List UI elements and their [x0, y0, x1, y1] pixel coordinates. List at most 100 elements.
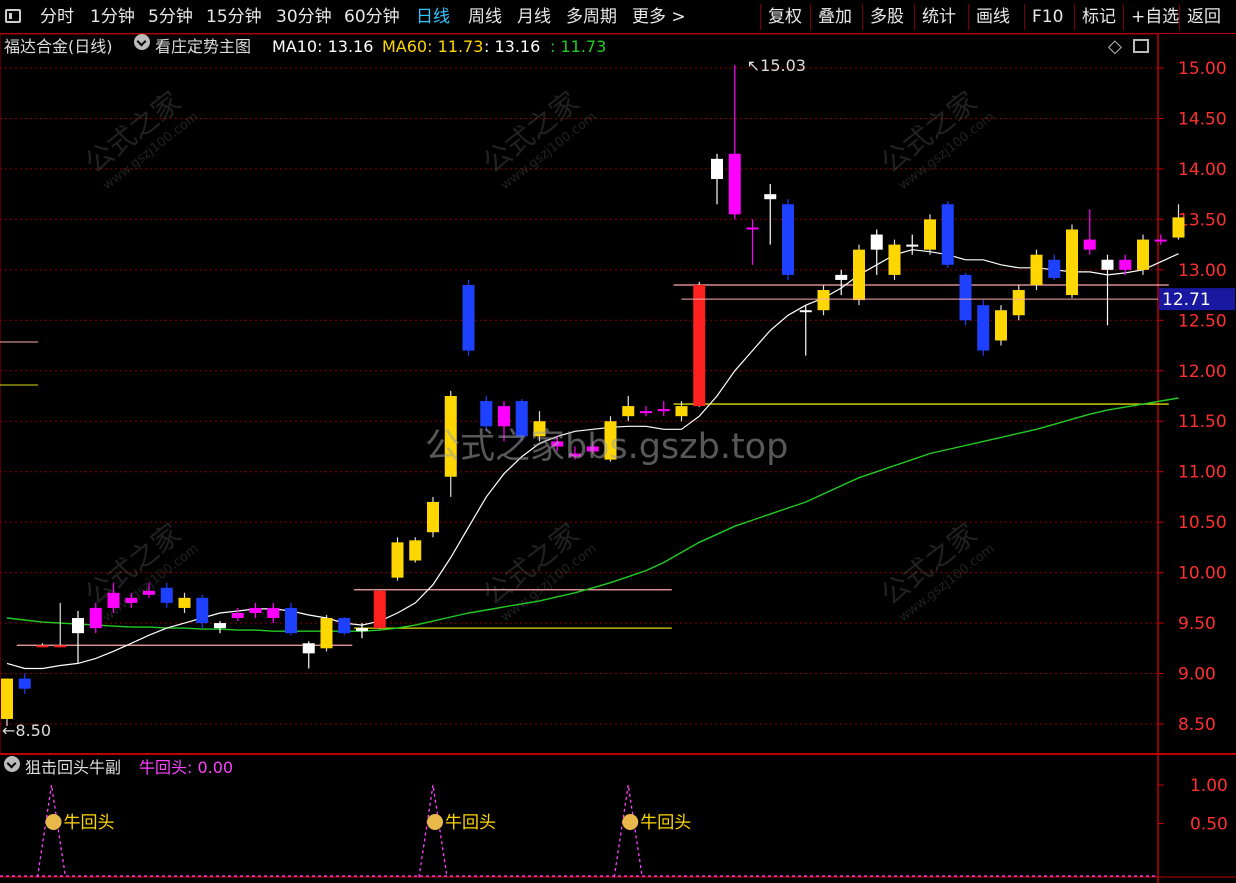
candle-body [1048, 259, 1061, 278]
period-tab[interactable]: 分时 [40, 0, 74, 34]
current-price-label: 12.71 [1162, 290, 1211, 310]
price-tick-label: 12.00 [1178, 362, 1227, 382]
candle-body [640, 411, 652, 414]
period-tab[interactable]: 5分钟 [148, 0, 193, 34]
price-tick-label: 14.00 [1178, 160, 1227, 180]
ma60-value: : 11.73 [550, 37, 607, 56]
sub-indicator-name[interactable]: 狙击回头牛副 [25, 756, 121, 780]
signal-label: 牛回头 [64, 813, 115, 833]
toolbar-button[interactable]: 返回 [1187, 0, 1221, 34]
candle-body [995, 310, 1007, 341]
candle-body [835, 274, 848, 280]
price-tick-label: 13.00 [1178, 261, 1227, 281]
signal-label: 牛回头 [640, 813, 691, 833]
indicator-info-bar: 福达合金(日线) 看庄定势主图 MA10: 13.16 MA60: 11.73 … [0, 34, 1160, 60]
period-tab[interactable]: 多周期 [566, 0, 617, 34]
panel-icon[interactable] [5, 9, 21, 23]
low-price-label: ←8.50 [2, 721, 51, 740]
period-tab[interactable]: 更多 > [632, 0, 686, 34]
candle-body [711, 158, 723, 180]
candle-body [302, 643, 315, 654]
candle-body [214, 623, 226, 629]
price-tick-label: 10.50 [1178, 513, 1227, 533]
price-tick-label: 11.00 [1178, 463, 1227, 483]
period-tab[interactable]: 30分钟 [276, 0, 332, 34]
candle-body [462, 284, 475, 351]
price-tick-label: 9.50 [1178, 614, 1216, 634]
candle-body [54, 645, 67, 648]
candle-body [196, 597, 209, 624]
toolbar-button[interactable]: 多股 [870, 0, 904, 34]
toolbar-separator [1074, 4, 1075, 30]
period-tab[interactable]: 周线 [468, 0, 502, 34]
panel-toggle-icon[interactable] [1133, 39, 1149, 53]
period-toolbar: 分时 1分钟 5分钟 15分钟 30分钟 60分钟 日线 周线 月线 多周期 更多 > 复权 叠加 多股… [0, 0, 1236, 34]
price-tick-label: 10.00 [1178, 564, 1227, 584]
candle-body [870, 234, 883, 250]
candle-body [941, 204, 954, 265]
toolbar-button[interactable]: 统计 [922, 0, 956, 34]
candle-body [409, 540, 422, 561]
ma60-label: MA60: 11.73 [382, 37, 484, 56]
period-tab[interactable]: 1分钟 [90, 0, 135, 34]
candle-body [231, 612, 244, 619]
stock-name[interactable]: 福达合金(日线) [4, 34, 113, 60]
toolbar-button[interactable]: 复权 [768, 0, 802, 34]
money-bag-icon [622, 814, 639, 830]
price-tick-label: 15.00 [1178, 59, 1227, 79]
sub-tick-label: 0.50 [1190, 815, 1228, 835]
price-tick-label: 11.50 [1178, 412, 1227, 432]
candle-body [657, 409, 670, 412]
price-tick-label: 13.50 [1178, 210, 1227, 230]
candle-body [622, 406, 635, 417]
candle-body [356, 628, 368, 632]
toolbar-separator [1123, 4, 1124, 30]
toolbar-separator [760, 4, 761, 30]
price-tick-label: 14.50 [1178, 109, 1227, 129]
center-watermark: 公式之家bbs.gszb.top [425, 427, 789, 467]
candle-body [72, 618, 84, 634]
period-tab[interactable]: 15分钟 [206, 0, 262, 34]
signal-spike [418, 784, 448, 878]
price-tick-label: 12.50 [1178, 311, 1227, 331]
candle-body [746, 227, 759, 230]
candle-body [285, 607, 297, 634]
price-tick-label: 9.00 [1178, 665, 1216, 685]
candle-body [693, 284, 706, 407]
toolbar-separator [810, 4, 811, 30]
candle-body [675, 406, 688, 417]
toolbar-separator [862, 4, 863, 30]
candle-body [267, 607, 280, 619]
candle-body [1154, 239, 1167, 242]
toolbar-separator [914, 4, 915, 30]
toolbar-separator [968, 4, 969, 30]
signal-spike [613, 784, 643, 878]
toolbar-separator [1179, 4, 1180, 30]
sub-value-label: 牛回头: 0.00 [139, 758, 234, 777]
indicator-name[interactable]: 看庄定势主图 [155, 34, 251, 60]
diamond-icon[interactable]: ◇ [1108, 34, 1122, 60]
period-tab[interactable]: 月线 [517, 0, 551, 34]
ma10-label: MA10: 13.16 [272, 37, 374, 56]
candle-body [178, 597, 191, 608]
ma10-value: : 13.16 [484, 37, 541, 56]
candle-body [959, 274, 972, 321]
toolbar-separator [1024, 4, 1025, 30]
toolbar-button[interactable]: 标记 [1082, 0, 1116, 34]
candle-body [924, 219, 936, 250]
candle-body [977, 305, 990, 351]
money-bag-icon [427, 814, 443, 830]
candle-body [1066, 229, 1078, 296]
candle-body [160, 587, 173, 603]
candle-body [1172, 217, 1185, 238]
toolbar-button[interactable]: 画线 [976, 0, 1010, 34]
toolbar-button[interactable]: F10 [1032, 0, 1063, 34]
candle-body [1083, 239, 1096, 250]
candle-body [764, 194, 777, 200]
toolbar-button[interactable]: 叠加 [818, 0, 852, 34]
toolbar-button[interactable]: +自选 [1131, 0, 1179, 34]
candle-body [391, 542, 404, 578]
period-tab[interactable]: 日线 [416, 0, 450, 34]
price-tick-label: 8.50 [1178, 715, 1216, 735]
period-tab[interactable]: 60分钟 [344, 0, 400, 34]
